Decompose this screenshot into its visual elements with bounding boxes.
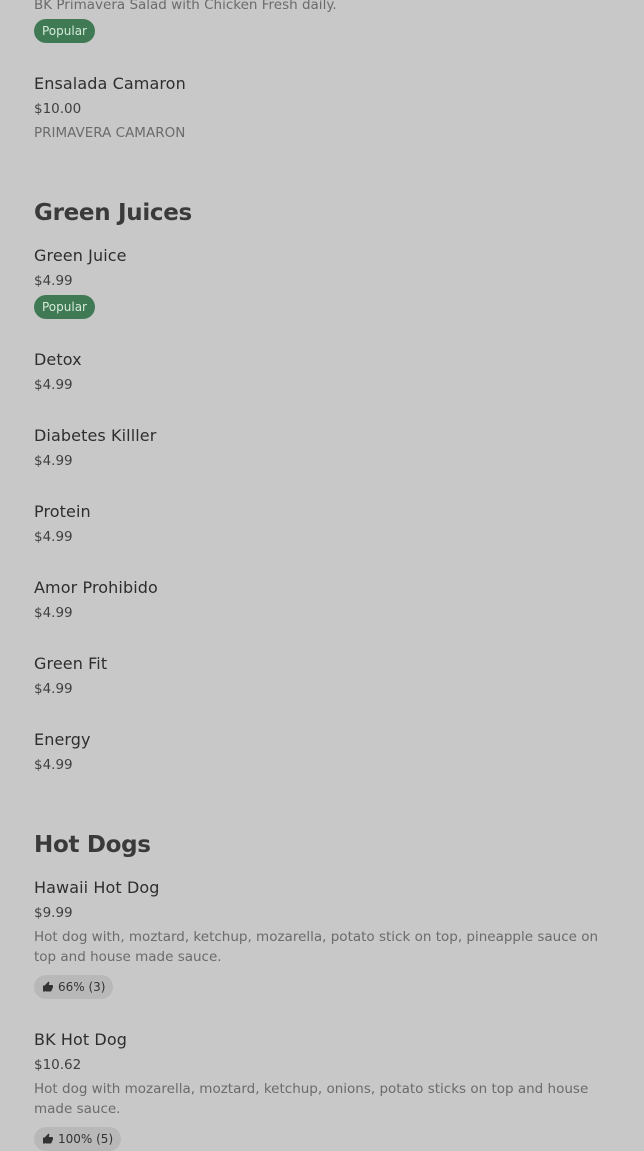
item-name: Diabetes Killler <box>34 426 157 445</box>
item-description: Hot dog with, moztard, ketchup, mozarell… <box>34 929 599 965</box>
item-price: $4.99 <box>34 529 73 545</box>
item-price: $4.99 <box>34 681 73 697</box>
item-price: $4.99 <box>34 377 73 393</box>
item-name: Green Fit <box>34 654 108 673</box>
item-price: $4.99 <box>34 605 73 621</box>
rating-badge: 100% (5) <box>34 1127 122 1151</box>
popular-badge: Popular <box>34 19 95 43</box>
item-price: $10.62 <box>34 1057 82 1073</box>
item-name: Green Juice <box>34 246 127 265</box>
item-price: $4.99 <box>34 453 73 469</box>
item-name: Energy <box>34 730 91 749</box>
item-description: Hot dog with mozarella, moztard, ketchup… <box>34 1081 589 1117</box>
item-name: Hawaii Hot Dog <box>34 878 160 897</box>
item-price: $4.99 <box>34 757 73 773</box>
thumbs-up-icon <box>43 981 53 992</box>
rating-text: 100% (5) <box>58 1132 114 1146</box>
item-price: $4.99 <box>34 273 73 289</box>
item-description: BK Primavera Salad with Chicken Fresh da… <box>34 0 337 13</box>
thumbs-up-icon <box>43 1133 53 1144</box>
item-price: $10.00 <box>34 101 82 117</box>
rating-badge: 66% (3) <box>34 975 114 999</box>
rating-text: 66% (3) <box>58 980 106 994</box>
item-name: Protein <box>34 502 91 521</box>
item-name: Detox <box>34 350 82 369</box>
popular-badge: Popular <box>34 295 95 319</box>
item-price: $9.99 <box>34 905 73 921</box>
section-title-green-juices: Green Juices <box>34 200 192 226</box>
item-name: Ensalada Camaron <box>34 74 186 93</box>
item-name: Amor Prohibido <box>34 578 158 597</box>
section-title-hot-dogs: Hot Dogs <box>34 832 151 858</box>
item-description: PRIMAVERA CAMARON <box>34 125 186 141</box>
item-name: BK Hot Dog <box>34 1030 127 1049</box>
